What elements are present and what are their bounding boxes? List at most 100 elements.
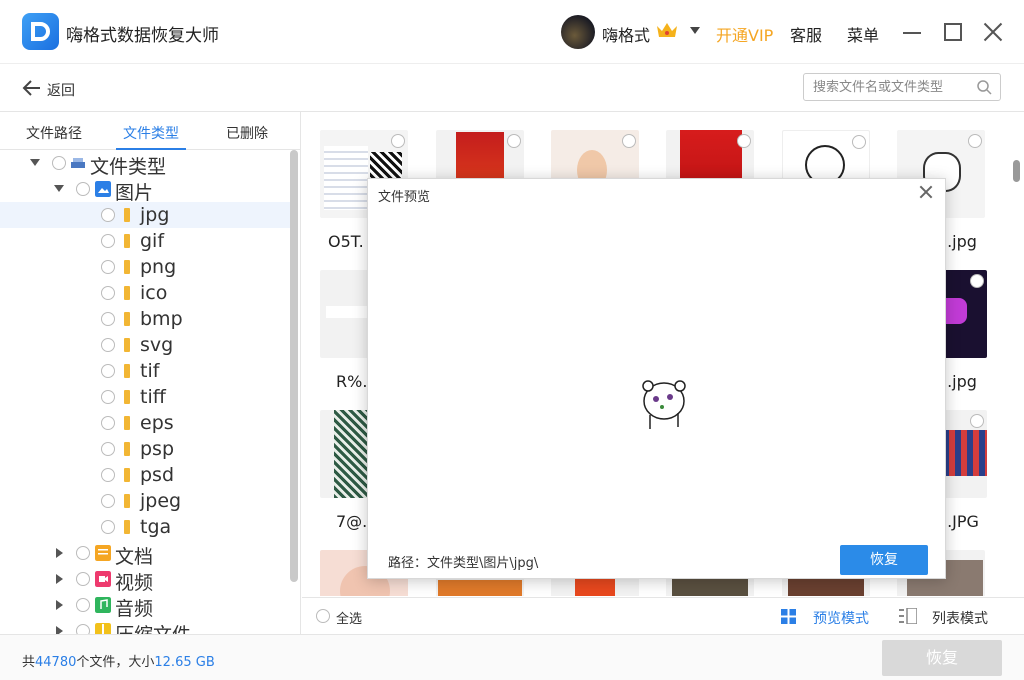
tree-node-ext[interactable]: ico [0,280,290,306]
tree-checkbox[interactable] [101,416,115,430]
minimize-icon[interactable] [903,32,921,34]
tree-node-ext[interactable]: gif [0,228,290,254]
avatar[interactable] [561,15,595,49]
tree-node-ext[interactable]: psp [0,436,290,462]
maximize-icon[interactable] [944,23,962,41]
app-title: 嗨格式数据恢复大师 [66,26,219,46]
list-view-icon[interactable] [899,608,917,624]
file-name: ..jpg [942,232,977,251]
tree-node-ext[interactable]: bmp [0,306,290,332]
thumb-checkbox[interactable] [737,134,751,148]
customer-service-link[interactable]: 客服 [790,22,822,46]
caret-down-icon[interactable] [54,185,64,192]
folder-icon [124,468,130,482]
drive-icon [71,158,85,168]
tree-label-audio: 音频 [115,598,154,620]
menu-link[interactable]: 菜单 [847,22,879,46]
tree-checkbox[interactable] [101,338,115,352]
select-all-checkbox[interactable] [316,609,330,623]
preview-mode-button[interactable]: 预览模式 [813,608,869,628]
tab-file-path[interactable]: 文件路径 [26,123,82,143]
thumb-checkbox[interactable] [852,135,866,149]
thumb-checkbox[interactable] [622,134,636,148]
tree-label-ext: psd [140,464,175,486]
tree-checkbox[interactable] [101,260,115,274]
tree-checkbox[interactable] [101,520,115,534]
tree-node-ext[interactable]: tga [0,514,290,540]
tree-node-documents[interactable]: 文档 [0,540,290,568]
tree-scrollbar[interactable] [290,150,298,582]
archive-icon [95,623,111,634]
tree-label-ext: ico [140,282,168,304]
tree-node-ext[interactable]: png [0,254,290,280]
caret-right-icon[interactable] [56,626,63,634]
list-mode-button[interactable]: 列表模式 [932,608,988,628]
dialog-title: 文件预览 [378,190,431,205]
tree-label-ext: gif [140,230,165,252]
folder-icon [124,208,130,222]
total-size: 12.65 GB [154,655,215,670]
grid-scrollbar[interactable] [1013,160,1020,182]
tree-node-ext[interactable]: jpg [0,202,290,228]
chevron-down-icon[interactable] [690,27,700,34]
tree-checkbox[interactable] [101,286,115,300]
tree-label-root: 文件类型 [90,156,167,178]
tree-node-ext[interactable]: jpeg [0,488,290,514]
tree-node-images[interactable]: 图片 [0,176,290,204]
tree-checkbox[interactable] [76,572,90,586]
grid-view-icon[interactable] [781,609,796,624]
file-type-tree: 文件类型 图片 jpg gif png ico bmp svg tif tiff… [0,150,290,634]
recover-button[interactable]: 恢复 [882,640,1002,676]
caret-right-icon[interactable] [56,574,63,584]
close-icon[interactable] [981,20,1005,44]
tree-checkbox[interactable] [101,390,115,404]
caret-right-icon[interactable] [56,600,63,610]
tree-label-ext: bmp [140,308,183,330]
caret-down-icon[interactable] [30,159,40,166]
tree-node-ext[interactable]: tif [0,358,290,384]
search-input[interactable] [804,74,974,100]
tree-node-archives[interactable]: 压缩文件 [0,618,290,634]
thumb-checkbox[interactable] [507,134,521,148]
tree-node-ext[interactable]: psd [0,462,290,488]
tree-checkbox[interactable] [52,156,66,170]
tree-checkbox[interactable] [76,182,90,196]
tab-deleted[interactable]: 已删除 [226,123,268,143]
tree-node-audio[interactable]: 音频 [0,592,290,620]
tree-checkbox[interactable] [101,442,115,456]
tree-node-ext[interactable]: tiff [0,384,290,410]
thumb-checkbox[interactable] [968,134,982,148]
tree-node-ext[interactable]: svg [0,332,290,358]
thumb-checkbox[interactable] [970,414,984,428]
dialog-recover-button[interactable]: 恢复 [840,545,928,575]
summary-mid: 个文件，大小 [76,655,155,670]
tree-checkbox[interactable] [101,364,115,378]
tree-checkbox[interactable] [101,494,115,508]
tree-node-videos[interactable]: 视频 [0,566,290,594]
username[interactable]: 嗨格式 [602,22,650,46]
tree-checkbox[interactable] [76,546,90,560]
file-name: ..jpg [942,372,977,391]
tree-checkbox[interactable] [76,598,90,612]
tree-checkbox[interactable] [101,312,115,326]
thumb-checkbox[interactable] [391,134,405,148]
tree-node-root[interactable]: 文件类型 [0,150,290,178]
thumb-checkbox[interactable] [970,274,984,288]
summary-prefix: 共 [22,655,36,670]
open-vip-link[interactable]: 开通VIP [716,22,773,46]
tree-label-videos: 视频 [115,572,154,594]
select-all-label[interactable]: 全选 [336,608,362,627]
search-icon[interactable] [976,79,992,95]
tree-checkbox[interactable] [101,468,115,482]
tree-label-ext: tif [140,360,160,382]
caret-right-icon[interactable] [56,548,63,558]
close-icon[interactable] [919,185,933,199]
tab-file-type[interactable]: 文件类型 [123,123,179,143]
tree-checkbox[interactable] [101,208,115,222]
left-panel: 文件路径 文件类型 已删除 文件类型 图片 jpg gif png ico bm… [0,112,301,634]
tree-node-ext[interactable]: eps [0,410,290,436]
file-preview-dialog: 文件预览 路径：文件类型\图片\jpg\ 恢复 [367,178,946,579]
tree-checkbox[interactable] [101,234,115,248]
toolbar: 返回 [0,64,1024,112]
tree-checkbox[interactable] [76,624,90,634]
